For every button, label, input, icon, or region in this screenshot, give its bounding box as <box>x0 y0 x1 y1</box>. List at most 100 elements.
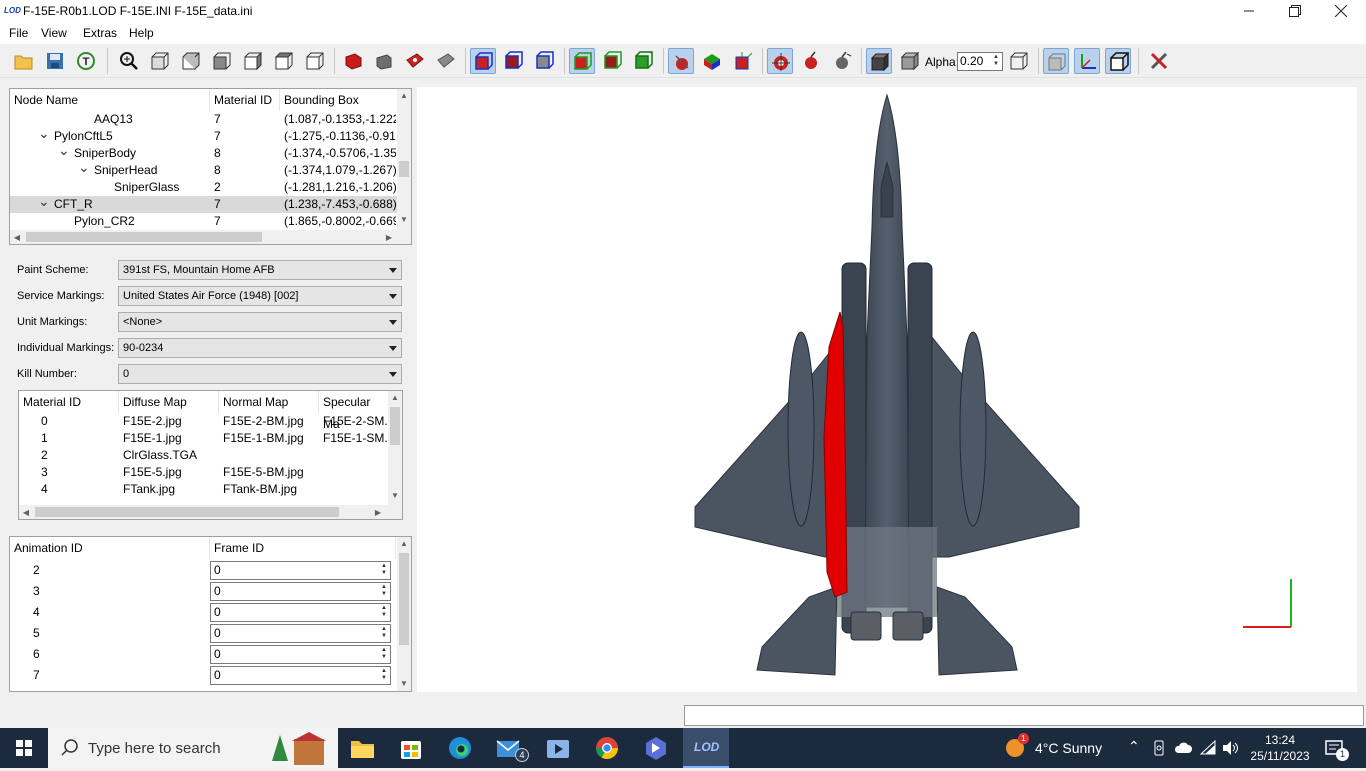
table-row[interactable]: 4 FTank.jpg FTank-BM.jpg <box>19 481 402 498</box>
chevron-up-icon[interactable]: ⌃ <box>1128 738 1140 755</box>
scroll-up-icon[interactable]: ▲ <box>388 393 402 402</box>
menu-view[interactable]: View <box>41 26 67 40</box>
scroll-left-icon[interactable]: ◀ <box>10 233 24 242</box>
normals-button[interactable] <box>668 48 694 74</box>
frame-id-spinbox[interactable]: 0 ▲ ▼ <box>210 603 391 622</box>
cloud-icon[interactable] <box>1174 741 1192 755</box>
tree-row[interactable]: ⌄ PylonCftL5 7 (-1.275,-0.1136,-0.918 <box>10 126 411 145</box>
tree-row[interactable]: Pylon_CR2 7 (1.865,-0.8002,-0.6696 <box>10 213 411 230</box>
spin-arrows-icon[interactable]: ▲ ▼ <box>379 647 389 662</box>
perspective-button[interactable] <box>1105 48 1131 74</box>
wire-green-1-button[interactable] <box>569 48 595 74</box>
spin-arrows-icon[interactable]: ▲ ▼ <box>379 626 389 641</box>
column-header-bounding-box[interactable]: Bounding Box <box>280 89 398 111</box>
translucent-box-button[interactable] <box>897 48 923 74</box>
device-icon[interactable] <box>1152 740 1166 756</box>
shade-grey-button[interactable] <box>433 48 459 74</box>
notifications-button[interactable]: 1 <box>1320 736 1350 761</box>
wire-blue-1-button[interactable] <box>470 48 496 74</box>
scroll-right-icon[interactable]: ▶ <box>371 508 385 517</box>
weather-text[interactable]: 4°C Sunny <box>1035 740 1102 756</box>
wire-blue-3-button[interactable] <box>532 48 558 74</box>
tree-row[interactable]: SniperGlass 2 (-1.281,1.216,-1.206) ( <box>10 179 411 196</box>
light-button[interactable] <box>829 48 855 74</box>
paint-scheme-select[interactable]: 391st FS, Mountain Home AFB <box>118 260 402 280</box>
view-back-button[interactable] <box>178 48 204 74</box>
edge-taskbar-button[interactable] <box>444 734 476 762</box>
materials-button[interactable] <box>699 48 725 74</box>
table-row[interactable]: 3 F15E-5.jpg F15E-5-BM.jpg <box>19 464 402 481</box>
wire-green-2-button[interactable] <box>600 48 626 74</box>
unit-markings-select[interactable]: <None> <box>118 312 402 332</box>
store-taskbar-button[interactable] <box>395 734 427 762</box>
frame-id-spinbox[interactable]: 0 ▲ ▼ <box>210 666 391 685</box>
chrome-taskbar-button[interactable] <box>591 734 623 762</box>
wire-box-button[interactable] <box>1006 48 1032 74</box>
spin-arrows-icon[interactable]: ▲ ▼ <box>379 668 389 683</box>
tree-horizontal-scrollbar[interactable]: ◀ ▶ <box>10 230 411 244</box>
spin-arrows-icon[interactable]: ▲ ▼ <box>991 54 1001 69</box>
tree-row[interactable]: ⌄ CFT_R 7 (1.238,-7.453,-0.688) ( <box>10 194 411 213</box>
tree-row[interactable]: ⌄ SniperHead 8 (-1.374,1.079,-1.267) ( <box>10 160 411 179</box>
taskbar-search-box[interactable]: Type here to search <box>48 728 338 768</box>
app-taskbar-button[interactable] <box>640 734 672 762</box>
view-left-button[interactable] <box>209 48 235 74</box>
volume-icon[interactable] <box>1221 740 1239 756</box>
kill-number-select[interactable]: 0 <box>118 364 402 384</box>
tree-row[interactable]: ⌄ SniperBody 8 (-1.374,-0.5706,-1.351 <box>10 143 411 162</box>
shade-flat-button[interactable] <box>371 48 397 74</box>
frame-id-spinbox[interactable]: 0 ▲ ▼ <box>210 645 391 664</box>
shade-textured-button[interactable] <box>402 48 428 74</box>
open-file-button[interactable] <box>11 48 37 74</box>
mail-taskbar-button[interactable]: 4 <box>493 734 529 762</box>
target-button[interactable] <box>767 48 793 74</box>
chevron-down-icon[interactable]: ⌄ <box>38 126 50 140</box>
tree-row[interactable]: AAQ13 7 (1.087,-0.1353,-1.222) <box>10 111 411 128</box>
view-right-button[interactable] <box>240 48 266 74</box>
view-front-button[interactable] <box>147 48 173 74</box>
menu-file[interactable]: File <box>9 26 28 40</box>
frame-id-spinbox[interactable]: 0 ▲ ▼ <box>210 624 391 643</box>
node-tree[interactable]: Node Name Material ID Bounding Box AAQ13… <box>9 88 412 245</box>
column-header-material-id[interactable]: Material ID <box>19 391 119 413</box>
wire-blue-2-button[interactable] <box>501 48 527 74</box>
chevron-down-icon[interactable]: ⌄ <box>78 160 90 174</box>
materials-horizontal-scrollbar[interactable]: ◀ ▶ <box>19 505 402 519</box>
view-bottom-button[interactable] <box>302 48 328 74</box>
bbox-button[interactable] <box>730 48 756 74</box>
column-header-specular-map[interactable]: Specular Ma <box>319 391 389 431</box>
clock[interactable]: 13:24 25/11/2023 <box>1250 732 1310 764</box>
file-explorer-taskbar-button[interactable] <box>346 734 378 762</box>
model-viewport[interactable] <box>417 87 1357 692</box>
frame-id-spinbox[interactable]: 0 ▲ ▼ <box>210 561 391 580</box>
lod-viewer-taskbar-button[interactable]: LOD <box>683 728 729 768</box>
scroll-down-icon[interactable]: ▼ <box>397 215 411 224</box>
materials-table[interactable]: Material ID Diffuse Map Normal Map Specu… <box>18 390 403 520</box>
menu-extras[interactable]: Extras <box>83 26 117 40</box>
animation-table[interactable]: Animation ID Frame ID 2 0 ▲ ▼ 3 0 ▲ ▼ 4 0 ▲ ▼ 5 0 ▲ ▼ 6 0… <box>9 536 412 692</box>
wifi-icon[interactable] <box>1199 740 1217 756</box>
grid-button[interactable] <box>1043 48 1069 74</box>
solid-box-button[interactable] <box>866 48 892 74</box>
minimize-button[interactable] <box>1226 0 1272 23</box>
column-header-diffuse-map[interactable]: Diffuse Map <box>119 391 219 413</box>
view-top-button[interactable] <box>271 48 297 74</box>
scroll-up-icon[interactable]: ▲ <box>397 539 411 548</box>
start-button[interactable] <box>0 728 48 768</box>
table-row[interactable]: 1 F15E-1.jpg F15E-1-BM.jpg F15E-1-SM.j <box>19 430 402 447</box>
save-button[interactable] <box>42 48 68 74</box>
tree-vertical-scrollbar[interactable]: ▲ ▼ <box>397 89 411 230</box>
frame-id-spinbox[interactable]: 0 ▲ ▼ <box>210 582 391 601</box>
spin-arrows-icon[interactable]: ▲ ▼ <box>379 563 389 578</box>
bomb-button[interactable] <box>798 48 824 74</box>
settings-button[interactable] <box>1146 48 1172 74</box>
scroll-up-icon[interactable]: ▲ <box>397 91 411 100</box>
zoom-fit-button[interactable] <box>116 48 142 74</box>
individual-markings-select[interactable]: 90-0234 <box>118 338 402 358</box>
animation-vertical-scrollbar[interactable]: ▲ ▼ <box>397 537 411 691</box>
close-button[interactable] <box>1318 0 1364 23</box>
axes-button[interactable] <box>1074 48 1100 74</box>
alpha-spinbox[interactable]: 0.20 ▲ ▼ <box>957 52 1003 71</box>
scroll-down-icon[interactable]: ▼ <box>388 491 402 500</box>
maximize-button[interactable] <box>1272 0 1318 23</box>
